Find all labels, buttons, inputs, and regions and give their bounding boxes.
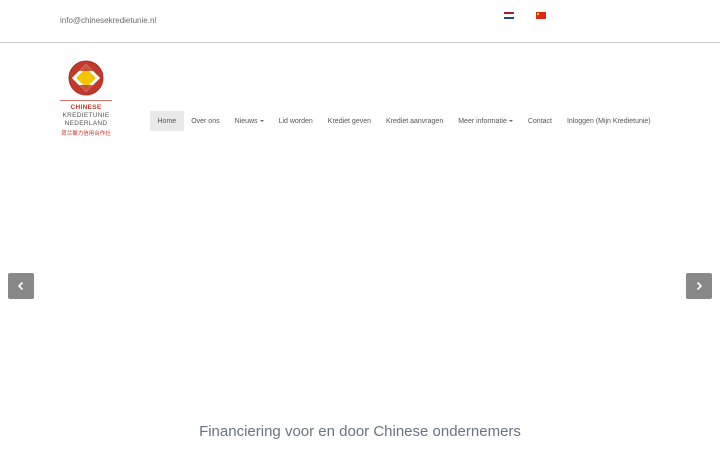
caret-down-icon xyxy=(259,120,264,122)
nav-krediet-geven[interactable]: Krediet geven xyxy=(320,111,378,131)
cn-flag-icon[interactable] xyxy=(536,12,546,19)
carousel-next-button[interactable] xyxy=(686,273,712,299)
logo-text-kredietunie: KREDIETUNIE xyxy=(62,112,110,119)
nav-label: Nieuws xyxy=(234,117,258,125)
nav-home[interactable]: Home xyxy=(150,111,184,131)
logo-text-chinese-characters: 荷兰聚力信用合作社 xyxy=(61,131,111,137)
nl-flag-icon[interactable] xyxy=(504,12,514,19)
nav-label: Inloggen (Mijn Kredietunie) xyxy=(566,117,651,125)
nav-label: Home xyxy=(157,117,177,125)
caret-down-icon xyxy=(508,120,513,122)
site-logo[interactable]: CHINESE KREDIETUNIE NEDERLAND 荷兰聚力信用合作社 xyxy=(60,58,112,142)
nav-krediet-aanvragen[interactable]: Krediet aanvragen xyxy=(379,111,451,131)
logo-text-nederland: NEDERLAND xyxy=(64,120,108,127)
chevron-left-icon xyxy=(17,281,24,291)
nav-inloggen[interactable]: Inloggen (Mijn Kredietunie) xyxy=(559,111,658,131)
logo-divider xyxy=(60,100,112,101)
nav-label: Contact xyxy=(527,117,552,125)
nav-meer-informatie[interactable]: Meer informatie xyxy=(451,111,521,131)
email-link[interactable]: info@chinesekredietunie.nl xyxy=(60,16,156,25)
nav-over-ons[interactable]: Over ons xyxy=(184,111,227,131)
nav-label: Lid worden xyxy=(278,117,313,125)
nav-nieuws[interactable]: Nieuws xyxy=(227,111,271,131)
chevron-right-icon xyxy=(696,281,703,291)
nav-label: Meer informatie xyxy=(458,117,507,125)
main-nav: Home Over ons Nieuws Lid worden Krediet … xyxy=(150,111,658,131)
logo-mark-icon xyxy=(68,60,104,96)
nav-label: Krediet geven xyxy=(327,117,371,125)
carousel-prev-button[interactable] xyxy=(8,273,34,299)
nav-label: Krediet aanvragen xyxy=(386,117,444,125)
nav-lid-worden[interactable]: Lid worden xyxy=(271,111,320,131)
hero-tagline: Financiering voor en door Chinese ondern… xyxy=(199,423,521,440)
nav-contact[interactable]: Contact xyxy=(520,111,559,131)
top-bar: info@chinesekredietunie.nl xyxy=(0,0,720,43)
logo-text-chinese: CHINESE xyxy=(70,104,102,111)
nav-label: Over ons xyxy=(191,117,220,125)
